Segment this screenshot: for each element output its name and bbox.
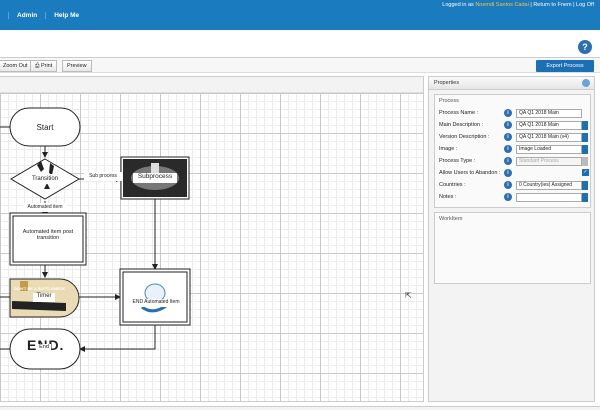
logoff-link[interactable]: Log Off	[576, 2, 594, 8]
edit-button-icon[interactable]	[582, 133, 588, 142]
main-nav: Admin Help Me	[0, 12, 87, 19]
info-icon[interactable]: i	[504, 133, 512, 141]
row-countries: Countries : i 0 Country(ies) Assigned	[439, 181, 589, 191]
nav-item-admin[interactable]: Admin	[8, 12, 45, 19]
process-name-label: Process Name :	[439, 110, 479, 116]
mouse-cursor-icon: ⇱	[405, 291, 412, 300]
row-process-name: Process Name : i QA Q1 2018 Main	[439, 109, 589, 119]
info-icon[interactable]: i	[504, 145, 512, 153]
subprocess-label[interactable]: Subprocess	[133, 173, 177, 183]
notes-label: Notes :	[439, 194, 457, 200]
main-description-input[interactable]: QA Q1 2018 Main	[516, 121, 582, 130]
print-label: Print	[40, 63, 53, 69]
notes-field[interactable]	[516, 193, 582, 202]
diagram-toolbar: Zoom Out ⎙ Print Preview Export Process	[0, 57, 600, 73]
canvas-header	[0, 77, 423, 93]
process-section-title: Process	[439, 98, 459, 104]
countries-picker-button-icon[interactable]	[582, 181, 588, 190]
row-allow-abandon: Allow Users to Abandon : i ✓	[439, 169, 589, 179]
top-navigation-bar: Admin Help Me Logged in as Nnemdi Santos…	[0, 0, 600, 30]
allow-abandon-checkbox[interactable]: ✓	[582, 169, 589, 176]
process-type-select[interactable]: Standard Process	[516, 157, 582, 166]
user-bar: Logged in as Nnemdi Santos Cadai | Retur…	[442, 2, 594, 8]
row-image: Image : i Image Loaded	[439, 145, 589, 155]
process-name-input[interactable]: QA Q1 2018 Main	[516, 109, 582, 118]
info-icon[interactable]: i	[504, 109, 512, 117]
zoom-out-button[interactable]: Zoom Out	[0, 60, 33, 72]
workitem-section: WorkItem	[434, 212, 591, 284]
transition-label[interactable]: Transition	[20, 174, 70, 184]
help-icon[interactable]: ?	[578, 40, 592, 54]
notes-edit-button-icon[interactable]	[582, 193, 588, 202]
end-label[interactable]: End	[37, 344, 51, 352]
image-label: Image :	[439, 146, 458, 152]
return-link[interactable]: Return to Fnem	[533, 2, 571, 8]
timer-label[interactable]: Timer	[33, 293, 55, 302]
info-icon[interactable]: i	[504, 121, 512, 129]
preview-button[interactable]: Preview	[62, 60, 92, 72]
row-process-type: Process Type : i Standard Process	[439, 157, 589, 167]
version-description-input[interactable]: QA Q1 2018 Main (v4)	[516, 133, 582, 142]
process-section: Process Process Name : i QA Q1 2018 Main…	[434, 94, 591, 208]
row-main-description: Main Description : i QA Q1 2018 Main	[439, 121, 589, 131]
edit-button-icon[interactable]	[582, 121, 588, 130]
info-icon[interactable]: i	[504, 157, 512, 165]
row-notes: Notes : i	[439, 193, 589, 203]
end-automated-label[interactable]: END Automated Item	[128, 299, 184, 307]
sub-process-edge-label: Sub process	[89, 173, 117, 179]
properties-title: Properties	[434, 80, 460, 86]
process-type-label: Process Type :	[439, 158, 476, 164]
edge-end-automated-end	[79, 325, 156, 352]
info-icon[interactable]: i	[504, 193, 512, 201]
print-button[interactable]: ⎙ Print	[30, 60, 58, 72]
logged-in-label: Logged in as	[442, 2, 474, 8]
collapse-icon[interactable]	[582, 79, 590, 87]
allow-abandon-label: Allow Users to Abandon :	[439, 170, 501, 176]
countries-label: Countries :	[439, 182, 466, 188]
automated-item-label[interactable]: Automated item post transition	[15, 229, 81, 249]
export-process-button[interactable]: Export Process	[536, 60, 594, 72]
canvas-grid[interactable]: Start Transition Sub process Subprocess …	[0, 93, 423, 401]
row-version-description: Version Description : i QA Q1 2018 Main …	[439, 133, 589, 143]
automated-item-edge-label: Automated item	[27, 204, 63, 210]
image-picker-button-icon[interactable]	[582, 145, 588, 154]
user-name-link[interactable]: Nnemdi Santos Cadai	[475, 2, 529, 8]
workitem-section-title: WorkItem	[439, 216, 463, 222]
printer-icon: ⎙	[35, 63, 40, 69]
timer-image-caption: DON'T BE A BOTTLENECK	[14, 286, 65, 292]
start-label[interactable]: Start	[10, 108, 80, 146]
image-field[interactable]: Image Loaded	[516, 145, 582, 154]
page-footer-divider	[0, 406, 600, 410]
info-icon[interactable]: i	[504, 169, 512, 177]
properties-header: Properties	[429, 77, 594, 90]
nav-item-hidden[interactable]	[0, 12, 8, 19]
diagram-canvas[interactable]: Start Transition Sub process Subprocess …	[0, 76, 424, 402]
main-description-label: Main Description :	[439, 122, 484, 128]
info-icon[interactable]: i	[504, 181, 512, 189]
countries-field[interactable]: 0 Country(ies) Assigned	[516, 181, 582, 190]
timer-image-text: DON'T BE A BOTTLENECK	[14, 286, 66, 291]
chevron-down-icon[interactable]	[582, 157, 588, 166]
nav-item-help-me[interactable]: Help Me	[45, 12, 87, 19]
sub-header	[0, 30, 600, 57]
properties-panel: Properties Process Process Name : i QA Q…	[428, 76, 595, 402]
version-description-label: Version Description :	[439, 134, 490, 140]
